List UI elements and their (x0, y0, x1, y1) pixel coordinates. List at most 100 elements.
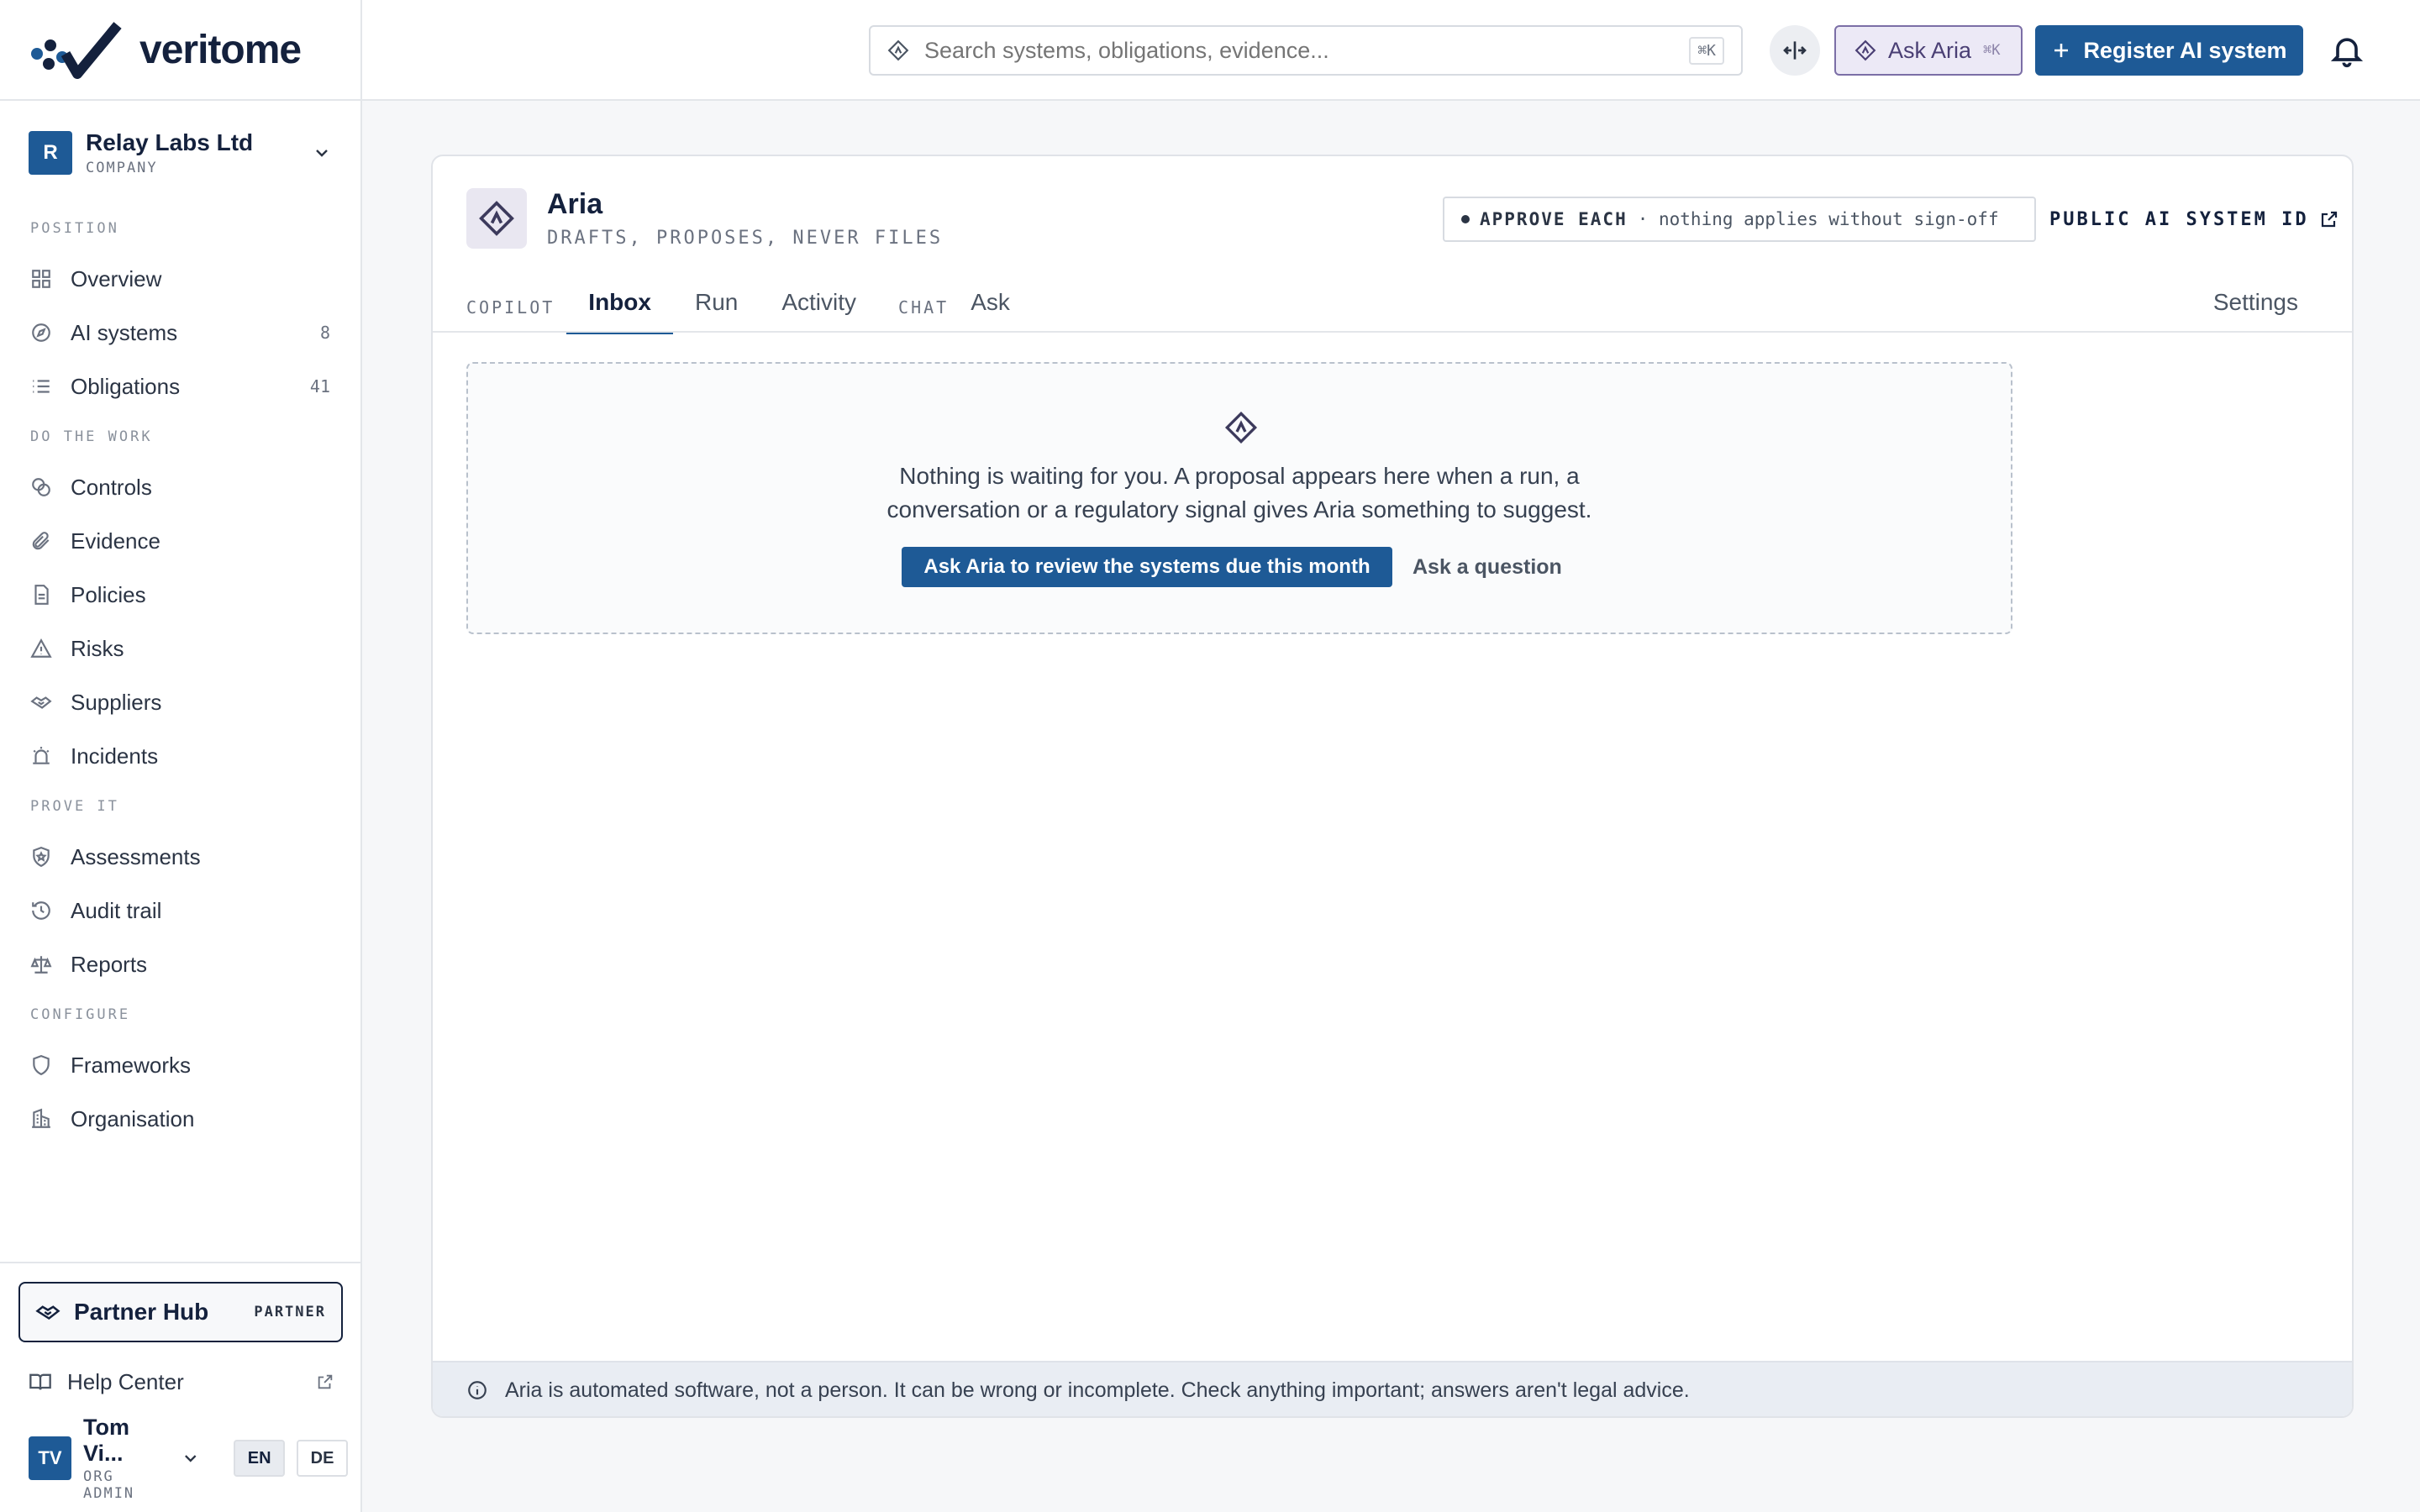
sidebar-item-label: Controls (71, 474, 152, 500)
sidebar-item-label: Frameworks (71, 1052, 192, 1078)
user-name: Tom Vi... (82, 1415, 129, 1466)
sidebar-item-incidents[interactable]: Incidents (0, 729, 360, 783)
topbar: ⌘K Ask Aria ⌘K Register AI system (362, 0, 2420, 101)
compass-icon (32, 323, 50, 342)
aria-diamond-icon (1224, 411, 1258, 444)
sidebar-item-policies[interactable]: Policies (0, 568, 360, 622)
brand-name: veritome (139, 27, 302, 72)
sidebar-item-frameworks[interactable]: Frameworks (0, 1038, 360, 1092)
sidebar-item-label: Evidence (71, 528, 160, 554)
aria-avatar (466, 188, 527, 249)
nav-section-work: DO THE WORK (30, 428, 153, 445)
building-icon (32, 1108, 50, 1128)
aria-subtitle: DRAFTS, PROPOSES, NEVER FILES (547, 228, 944, 249)
sidebar-item-ai-systems[interactable]: AI systems 8 (0, 306, 360, 360)
org-name: Relay Labs Ltd (86, 129, 254, 155)
user-role: ORG ADMIN (82, 1468, 135, 1502)
aria-diamond-icon (479, 201, 514, 236)
ask-aria-label: Ask Aria (1888, 37, 1972, 63)
ask-aria-button[interactable]: Ask Aria ⌘K (1834, 25, 2023, 76)
logo[interactable]: veritome (0, 0, 360, 101)
sidebar-item-risks[interactable]: Risks (0, 622, 360, 675)
handshake-icon (35, 1305, 60, 1320)
tab-run[interactable]: Run (673, 274, 760, 334)
sidebar-item-organisation[interactable]: Organisation (0, 1092, 360, 1146)
public-ai-system-id-link[interactable]: PUBLIC AI SYSTEM ID (2049, 200, 2339, 239)
aria-diamond-icon (887, 39, 909, 61)
toggle-panel-button[interactable] (1770, 25, 1820, 76)
shield-star-icon (33, 847, 50, 868)
sidebar-footer: Partner Hub PARTNER Help Center TV Tom V… (0, 1262, 360, 1512)
document-icon (34, 585, 49, 605)
sidebar-item-label: Audit trail (71, 897, 162, 923)
help-center-link[interactable]: Help Center (29, 1361, 334, 1403)
ask-aria-shortcut: ⌘K (1983, 42, 2001, 59)
user-menu[interactable]: TV Tom Vi... ORG ADMIN EN DE (29, 1415, 348, 1502)
sidebar-item-suppliers[interactable]: Suppliers (0, 675, 360, 729)
disclaimer-bar: Aria is automated software, not a person… (433, 1361, 2352, 1416)
empty-state-line: conversation or a regulatory signal give… (886, 496, 1592, 522)
approval-mode-badge[interactable]: APPROVE EACH · nothing applies without s… (1443, 197, 2036, 242)
language-en-button[interactable]: EN (234, 1440, 286, 1477)
org-avatar: R (29, 131, 72, 175)
aria-tabs: COPILOT Inbox Run Activity CHAT Ask Sett… (466, 274, 2320, 334)
inbox-empty-state: Nothing is waiting for you. A proposal a… (466, 362, 2012, 634)
status-dot (1461, 215, 1470, 223)
sidebar-item-label: Obligations (71, 373, 181, 399)
veritome-logo-icon (31, 22, 122, 79)
org-switcher[interactable]: R Relay Labs Ltd COMPANY (0, 101, 360, 205)
scale-icon (30, 956, 52, 974)
avatar: TV (29, 1436, 71, 1480)
page-title: Aria (547, 188, 603, 220)
tab-activity[interactable]: Activity (760, 274, 878, 334)
empty-state-line: Nothing is waiting for you. A proposal a… (899, 463, 1580, 489)
sidebar-item-assessments[interactable]: Assessments (0, 830, 360, 884)
plus-icon (2054, 44, 2069, 57)
tab-inbox[interactable]: Inbox (566, 274, 673, 334)
info-icon (468, 1381, 487, 1399)
disclaimer-text: Aria is automated software, not a person… (505, 1378, 1690, 1402)
register-ai-system-button[interactable]: Register AI system (2035, 25, 2303, 76)
partner-hub-button[interactable]: Partner Hub PARTNER (18, 1282, 343, 1342)
sidebar-item-label: Incidents (71, 743, 159, 769)
sidebar-item-evidence[interactable]: Evidence (0, 514, 360, 568)
help-center-label: Help Center (67, 1368, 184, 1394)
public-id-label: PUBLIC AI SYSTEM ID (2049, 208, 2309, 230)
language-de-button[interactable]: DE (297, 1440, 348, 1477)
nav-section-prove: PROVE IT (30, 798, 119, 815)
shield-icon (33, 1055, 50, 1076)
tab-group-chat: CHAT (898, 297, 950, 318)
ask-question-link[interactable]: Ask a question (1413, 547, 1562, 587)
sidebar-item-overview[interactable]: Overview (0, 252, 360, 306)
nav-section-position: POSITION (30, 220, 119, 237)
partner-badge: PARTNER (254, 1304, 326, 1320)
sidebar-item-controls[interactable]: Controls (0, 460, 360, 514)
search-input[interactable] (924, 37, 1675, 64)
aria-header: Aria DRAFTS, PROPOSES, NEVER FILES (466, 186, 943, 250)
history-icon (32, 901, 50, 920)
search-shortcut: ⌘K (1689, 36, 1724, 65)
external-link-icon (318, 1374, 333, 1389)
list-icon (33, 380, 50, 393)
review-systems-button[interactable]: Ask Aria to review the systems due this … (902, 547, 1392, 587)
register-label: Register AI system (2083, 37, 2287, 63)
sidebar-item-label: AI systems (71, 319, 178, 345)
sidebar-item-obligations[interactable]: Obligations 41 (0, 360, 360, 413)
external-link-icon (2321, 211, 2337, 228)
paperclip-icon (32, 532, 50, 550)
chevron-down-icon (316, 150, 328, 157)
tab-ask[interactable]: Ask (949, 274, 1032, 334)
empty-state-message: Nothing is waiting for you. A proposal a… (468, 459, 2011, 527)
sidebar-item-audit-trail[interactable]: Audit trail (0, 884, 360, 937)
tab-settings[interactable]: Settings (2191, 274, 2320, 334)
chevron-down-icon[interactable] (181, 1448, 201, 1468)
global-search[interactable]: ⌘K (869, 25, 1743, 76)
sidebar-item-label: Assessments (71, 843, 201, 869)
sidebar-item-count: 8 (319, 323, 330, 343)
tab-group-copilot: COPILOT (466, 297, 555, 318)
sidebar-item-reports[interactable]: Reports (0, 937, 360, 991)
bell-icon[interactable] (2328, 32, 2365, 69)
split-arrows-icon (1783, 41, 1807, 60)
partner-hub-label: Partner Hub (74, 1299, 209, 1325)
tab-divider (433, 331, 2352, 333)
